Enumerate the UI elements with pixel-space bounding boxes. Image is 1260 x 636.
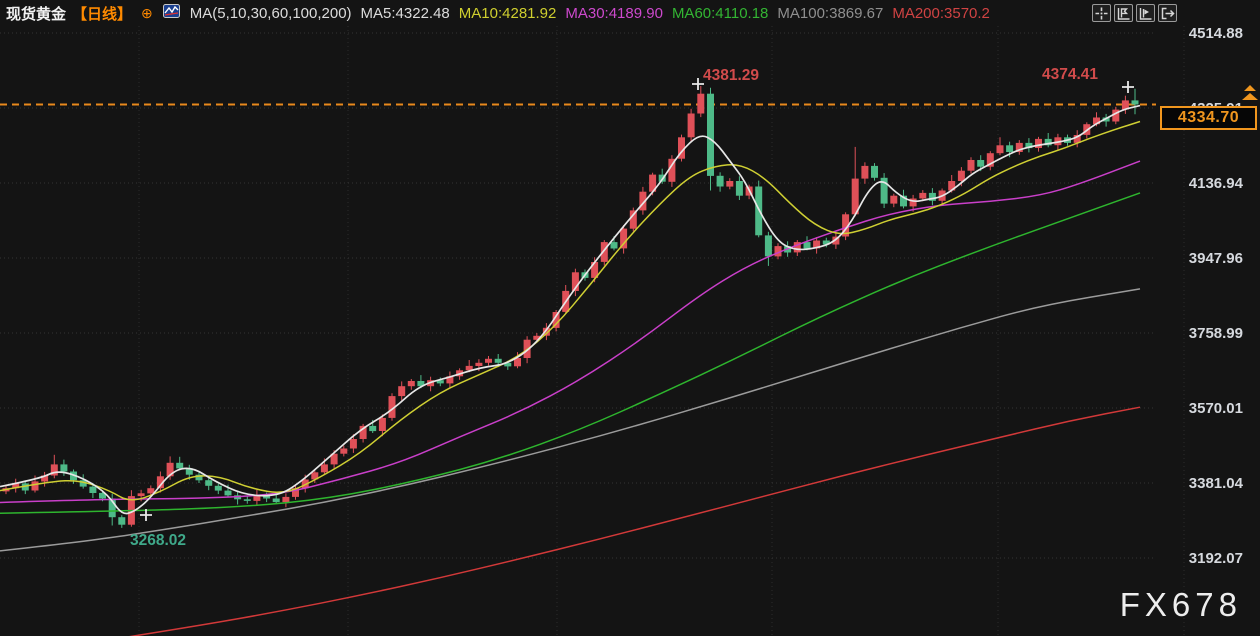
period-label[interactable]: 【日线】	[72, 3, 132, 24]
flag-chart-tool-button[interactable]	[1114, 4, 1133, 22]
ma10-value: MA10:4281.92	[459, 5, 557, 22]
price-annotation: 4381.29	[703, 67, 759, 84]
ma30-value: MA30:4189.90	[565, 5, 663, 22]
flag-solid-chart-tool-button[interactable]	[1136, 4, 1155, 22]
ma200-value: MA200:3570.2	[892, 5, 990, 22]
ma-line-ma10	[0, 122, 1140, 500]
price-annotation: 4374.41	[1042, 66, 1098, 83]
add-indicator-icon[interactable]: ⊕	[141, 5, 153, 22]
extreme-cross-marker	[1122, 81, 1134, 93]
candlestick-chart[interactable]: 4514.884325.914136.943947.963758.993570.…	[0, 0, 1260, 636]
ma-line-ma200	[125, 407, 1140, 636]
mini-chart-icon	[163, 4, 180, 22]
instrument-title: 现货黄金	[6, 3, 66, 24]
chart-toolbar	[1092, 4, 1177, 22]
y-axis-label: 3381.04	[1189, 475, 1244, 492]
y-axis-label: 4514.88	[1189, 25, 1243, 42]
y-axis-label: 4136.94	[1189, 175, 1244, 192]
ma5-value: MA5:4322.48	[361, 5, 450, 22]
candles	[3, 86, 1139, 528]
crosshair-tool-button[interactable]	[1092, 4, 1111, 22]
indicator-label[interactable]: MA(5,10,30,60,100,200)	[190, 5, 352, 22]
price-annotation: 3268.02	[130, 532, 186, 549]
y-axis-label: 3192.07	[1189, 550, 1243, 567]
y-axis-label: 3570.01	[1189, 400, 1243, 417]
current-price-tag[interactable]: 4334.70	[1160, 106, 1257, 130]
y-axis-label: 3947.96	[1189, 250, 1243, 267]
ma-lines	[0, 106, 1140, 636]
y-axis-label: 3758.99	[1189, 325, 1243, 342]
watermark-logo: FX678	[1120, 586, 1242, 624]
trading-chart-app: 4514.884325.914136.943947.963758.993570.…	[0, 0, 1260, 636]
export-arrow-tool-button[interactable]	[1158, 4, 1177, 22]
ma100-value: MA100:3869.67	[777, 5, 883, 22]
ma60-value: MA60:4110.18	[672, 5, 768, 22]
price-up-arrow-marker	[1242, 85, 1258, 100]
chart-header: 现货黄金 【日线】 ⊕ MA(5,10,30,60,100,200) MA5:4…	[0, 0, 1260, 26]
ma-line-ma100	[0, 289, 1140, 551]
ma-line-ma30	[0, 161, 1140, 502]
